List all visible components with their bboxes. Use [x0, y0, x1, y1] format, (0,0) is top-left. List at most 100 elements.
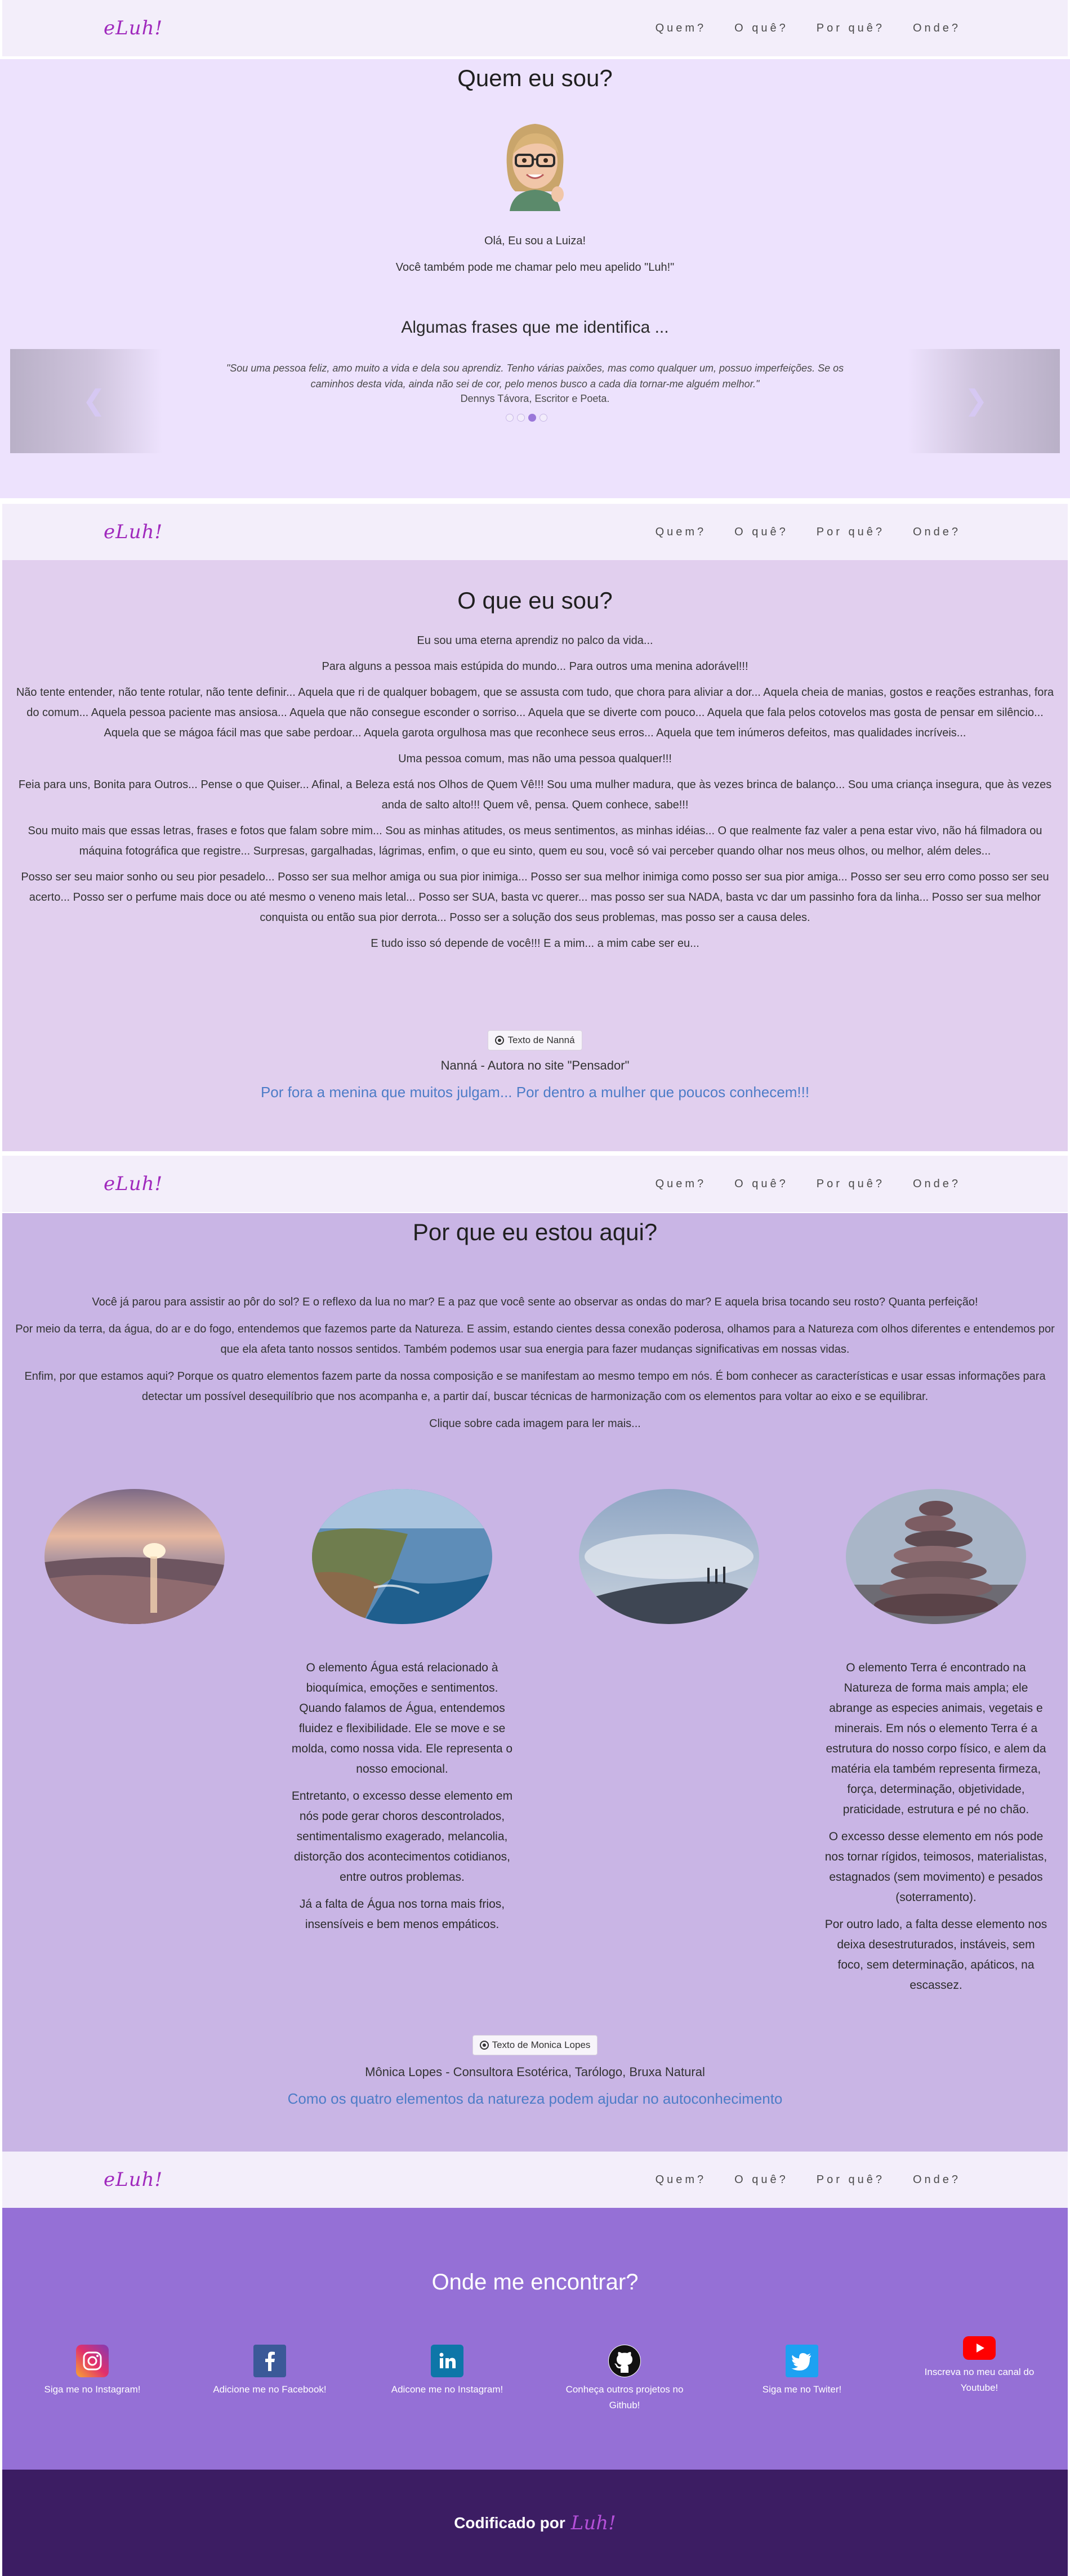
paragraph: E tudo isso só depende de você!!! E a mi…	[371, 937, 699, 950]
section-oque: O que eu sou? Eu sou uma eterna aprendiz…	[2, 560, 1068, 1151]
social-label: Conheça outros projetos no Github!	[565, 2384, 684, 2410]
credit-wrap: Texto de Monica Lopes	[2, 2035, 1068, 2055]
social-label: Siga me no Instagram!	[44, 2384, 141, 2395]
credit-author: Nanná - Autora no site "Pensador"	[440, 1058, 630, 1072]
nav-menu: Quem? O quê? Por quê? Onde?	[656, 1178, 961, 1191]
footer: Codificado por Luh!	[2, 2470, 1068, 2576]
social-linkedin[interactable]: Adicone me no Instagram!	[374, 2345, 520, 2398]
info-icon	[495, 1036, 505, 1045]
terra-image[interactable]	[846, 1489, 1026, 1624]
nav-item-quem[interactable]: Quem?	[656, 526, 707, 539]
logo[interactable]: eLuh!	[104, 17, 163, 39]
nav-item-oque[interactable]: O quê?	[734, 22, 788, 35]
carousel-dot[interactable]	[540, 414, 547, 422]
nav-menu: Quem? O quê? Por quê? Onde?	[656, 2174, 961, 2186]
nav-item-porque[interactable]: Por quê?	[817, 2174, 885, 2186]
github-icon	[608, 2345, 641, 2377]
paragraph: Não tente entender, não tente rotular, n…	[16, 686, 1054, 739]
nav-item-onde[interactable]: Onde?	[913, 1178, 961, 1191]
section-onde: Onde me encontrar? Siga me no Instagram!…	[2, 2208, 1068, 2470]
nav-item-quem[interactable]: Quem?	[656, 2174, 707, 2186]
nav-item-oque[interactable]: O quê?	[734, 2174, 788, 2186]
fogo-image[interactable]	[44, 1489, 225, 1624]
carousel-dot[interactable]	[506, 414, 514, 422]
instagram-icon	[76, 2345, 109, 2377]
terra-paragraph: O excesso desse elemento em nós pode nos…	[824, 1830, 1047, 1904]
chevron-right-icon: ❯	[964, 384, 988, 417]
chevron-left-icon: ❮	[82, 384, 106, 417]
credit-button[interactable]: Texto de Nanná	[488, 1030, 582, 1050]
ar-image[interactable]	[579, 1489, 759, 1624]
footer-text: Codificado por	[454, 2514, 565, 2532]
carousel-dot-active[interactable]	[528, 414, 536, 422]
navbar-oque: eLuh! Quem? O quê? Por quê? Onde?	[2, 504, 1068, 560]
section-porque: Por que eu estou aqui? Você já parou par…	[2, 1213, 1068, 2153]
paragraph: Feia para uns, Bonita para Outros... Pen…	[18, 779, 1052, 811]
credit-button-label: Texto de Nanná	[507, 1035, 575, 1045]
paragraph: Por meio da terra, da água, do ar e do f…	[15, 1323, 1055, 1356]
social-github[interactable]: Conheça outros projetos no Github!	[551, 2345, 698, 2413]
credit-author: Mônica Lopes - Consultora Esotérica, Tar…	[365, 2065, 705, 2079]
carousel-indicators	[506, 414, 547, 422]
section-title: Quem eu sou?	[457, 65, 613, 91]
navbar-porque: eLuh! Quem? O quê? Por quê? Onde?	[2, 1156, 1068, 1212]
paragraph: Uma pessoa comum, mas não uma pessoa qua…	[398, 753, 672, 765]
agua-paragraph: Já a falta de Água nos torna mais frios,…	[299, 1898, 505, 1931]
social-instagram[interactable]: Siga me no Instagram!	[19, 2345, 166, 2398]
linkedin-icon	[431, 2345, 463, 2377]
carousel-next-button[interactable]: ❯	[908, 349, 1060, 453]
nav-item-oque[interactable]: O quê?	[734, 526, 788, 539]
nav-item-porque[interactable]: Por quê?	[817, 1178, 885, 1191]
intro-line-2: Você também pode me chamar pelo meu apel…	[395, 261, 675, 274]
oque-text: Eu sou uma eterna aprendiz no palco da v…	[10, 630, 1060, 959]
social-facebook[interactable]: Adicione me no Facebook!	[197, 2345, 343, 2398]
nav-item-porque[interactable]: Por quê?	[817, 526, 885, 539]
footer-logo[interactable]: Luh!	[571, 2512, 616, 2534]
section-title: Onde me encontrar?	[431, 2270, 639, 2295]
section-title: Por que eu estou aqui?	[412, 1219, 658, 1245]
quote-carousel: ❮ ❯ "Sou uma pessoa feliz, amo muito a v…	[10, 349, 1060, 453]
social-twitter[interactable]: Siga me no Twiter!	[729, 2345, 875, 2398]
page: eLuh! Quem? O quê? Por quê? Onde? Quem e…	[0, 0, 1070, 2576]
nav-item-onde[interactable]: Onde?	[913, 2174, 961, 2186]
intro-line-1: Olá, Eu sou a Luiza!	[484, 235, 586, 247]
paragraph: Enfim, por que estamos aqui? Porque os q…	[24, 1370, 1046, 1403]
terra-paragraph: Por outro lado, a falta desse elemento n…	[824, 1918, 1047, 1992]
agua-image[interactable]	[312, 1489, 492, 1624]
nav-item-onde[interactable]: Onde?	[913, 22, 961, 35]
porque-link[interactable]: Como os quatro elementos da natureza pod…	[2, 2090, 1068, 2108]
nav-item-quem[interactable]: Quem?	[656, 1178, 707, 1191]
agua-paragraph: O elemento Água está relacionado à bioqu…	[291, 1661, 513, 1776]
youtube-icon	[963, 2336, 996, 2360]
section-quem: Quem eu sou? Olá, Eu sou a Luiza! Você t…	[0, 59, 1070, 498]
agua-paragraph: Entretanto, o excesso desse elemento em …	[291, 1790, 513, 1884]
oque-link[interactable]: Por fora a menina que muitos julgam... P…	[2, 1084, 1068, 1101]
logo[interactable]: eLuh!	[104, 2168, 163, 2191]
carousel-dot[interactable]	[517, 414, 525, 422]
nav-item-oque[interactable]: O quê?	[734, 1178, 788, 1191]
nav-item-quem[interactable]: Quem?	[656, 22, 707, 35]
section-title: O que eu sou?	[457, 587, 613, 614]
carousel-prev-button[interactable]: ❮	[10, 349, 162, 453]
logo[interactable]: eLuh!	[104, 1173, 163, 1195]
social-youtube[interactable]: Inscreva no meu canal do Youtube!	[906, 2336, 1053, 2396]
paragraph: Para alguns a pessoa mais estúpida do mu…	[322, 660, 748, 673]
info-icon	[479, 2041, 489, 2050]
carousel-quote-author: Dennys Távora, Escritor e Poeta.	[460, 393, 610, 404]
avatar	[496, 115, 574, 211]
credit-button-label: Texto de Monica Lopes	[492, 2040, 591, 2050]
navbar-onde: eLuh! Quem? O quê? Por quê? Onde?	[2, 2152, 1068, 2208]
nav-item-porque[interactable]: Por quê?	[817, 22, 885, 35]
logo[interactable]: eLuh!	[104, 521, 163, 543]
nav-menu: Quem? O quê? Por quê? Onde?	[656, 526, 961, 539]
frases-title: Algumas frases que me identifica ...	[401, 318, 669, 337]
nav-menu: Quem? O quê? Por quê? Onde?	[656, 22, 961, 35]
social-label: Adicione me no Facebook!	[213, 2384, 327, 2395]
terra-description: O elemento Terra é encontrado na Naturez…	[823, 1658, 1049, 2002]
nav-item-onde[interactable]: Onde?	[913, 526, 961, 539]
paragraph: Você já parou para assistir ao pôr do so…	[92, 1296, 978, 1308]
credit-wrap: Texto de Nanná	[2, 1030, 1068, 1050]
agua-description: O elemento Água está relacionado à bioqu…	[289, 1658, 515, 1942]
credit-button[interactable]: Texto de Monica Lopes	[472, 2035, 598, 2055]
paragraph: Eu sou uma eterna aprendiz no palco da v…	[417, 634, 653, 647]
